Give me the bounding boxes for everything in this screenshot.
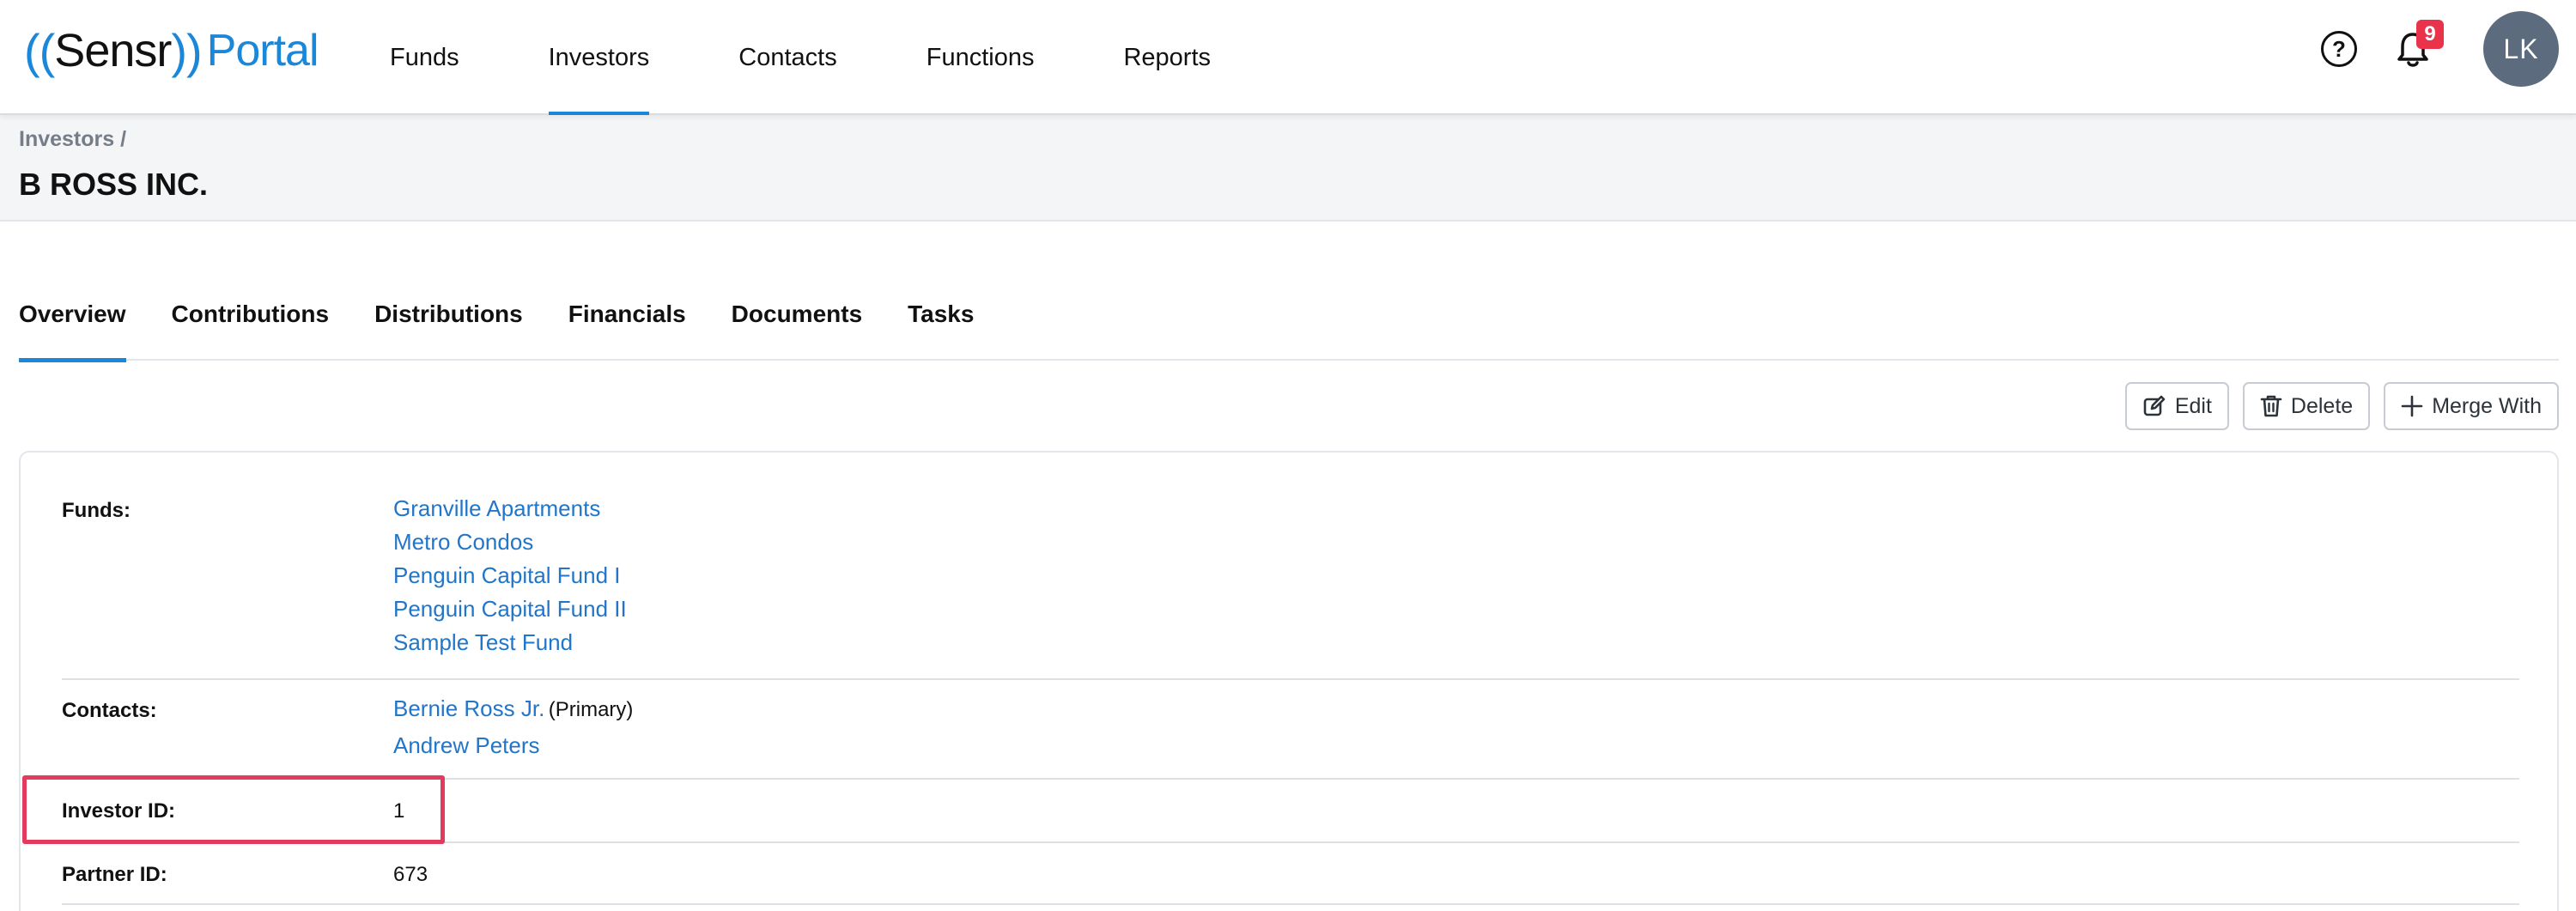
partner-id-label: Partner ID: [62,863,167,886]
merge-with-button-label: Merge With [2432,393,2542,418]
logo-left-waves: (( [24,23,55,78]
contact-link[interactable]: Andrew Peters [393,732,540,758]
tab-contributions[interactable]: Contributions [172,283,330,361]
notification-count-badge: 9 [2416,20,2444,49]
sensr-portal-logo[interactable]: (( Sensr )) Portal [24,21,319,81]
page-header: Investors / B ROSS INC. [0,115,2576,222]
nav-item-functions[interactable]: Functions [906,0,1055,115]
nav-item-funds[interactable]: Funds [369,0,480,115]
primary-contact-note: (Primary) [548,698,634,721]
logo-portal-label: Portal [206,26,319,76]
fund-link[interactable]: Penguin Capital Fund I [393,559,627,592]
investor-tabs: Overview Contributions Distributions Fin… [19,283,2559,362]
tab-overview[interactable]: Overview [19,283,126,362]
contact-link[interactable]: Bernie Ross Jr. [393,695,544,721]
tab-documents[interactable]: Documents [732,283,862,361]
tab-financials[interactable]: Financials [568,283,686,361]
partner-id-value: 673 [393,863,428,886]
edit-icon [2142,394,2166,418]
investor-id-value: 1 [393,799,405,823]
help-icon[interactable]: ? [2321,31,2357,67]
page-title: B ROSS INC. [19,167,209,202]
nav-item-investors[interactable]: Investors [528,0,671,115]
delete-button-label: Delete [2290,393,2354,418]
funds-label: Funds: [62,499,131,522]
edit-button-label: Edit [2174,393,2212,418]
notifications-button[interactable]: 9 [2396,20,2444,72]
contacts-label: Contacts: [62,699,157,722]
top-navigation-bar: (( Sensr )) Portal Funds Investors Conta… [0,0,2576,115]
contacts-list: Bernie Ross Jr. (Primary) Andrew Peters [393,692,633,766]
contacts-row: Contacts: Bernie Ross Jr. (Primary) Andr… [62,680,2519,780]
edit-button[interactable]: Edit [2124,382,2229,430]
nav-item-reports[interactable]: Reports [1103,0,1231,115]
fund-link[interactable]: Metro Condos [393,525,627,559]
funds-row: Funds: Granville Apartments Metro Condos… [62,452,2519,680]
investor-id-row: Investor ID: 1 [62,780,2519,843]
contact-item: Andrew Peters [393,729,633,766]
breadcrumb[interactable]: Investors / [19,127,126,152]
delete-button[interactable]: Delete [2242,382,2371,430]
investor-details-card: Funds: Granville Apartments Metro Condos… [19,451,2559,911]
fund-link[interactable]: Penguin Capital Fund II [393,592,627,626]
fund-link[interactable]: Sample Test Fund [393,626,627,659]
logo-wordmark: Sensr [54,25,172,76]
action-buttons: Edit Delete Merge With [2124,382,2559,430]
contact-item: Bernie Ross Jr. (Primary) [393,692,633,729]
partner-id-row: Partner ID: 673 [62,843,2519,905]
investor-id-label: Investor ID: [62,799,176,823]
logo-right-waves: )) [171,23,202,78]
plus-icon [2401,395,2423,417]
tab-tasks[interactable]: Tasks [908,283,974,361]
funds-list: Granville Apartments Metro Condos Pengui… [393,492,627,659]
trash-icon [2260,394,2282,418]
main-nav: Funds Investors Contacts Functions Repor… [369,0,1279,115]
merge-with-button[interactable]: Merge With [2384,382,2559,430]
nav-item-contacts[interactable]: Contacts [718,0,857,115]
tab-distributions[interactable]: Distributions [374,283,523,361]
fund-link[interactable]: Granville Apartments [393,492,627,525]
user-avatar[interactable]: LK [2483,11,2559,87]
